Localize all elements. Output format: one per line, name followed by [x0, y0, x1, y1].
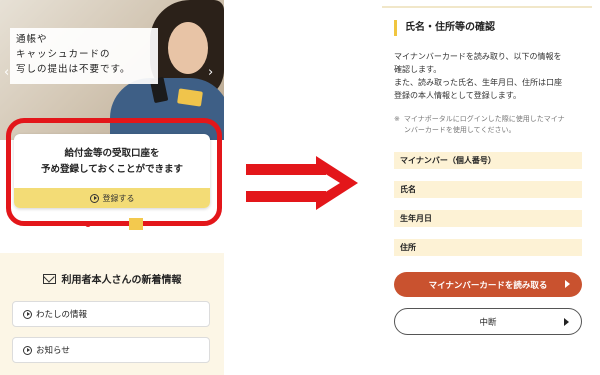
- note-line: マイナポータルにログインした際に使用したマイナ: [403, 115, 565, 123]
- description-line: 確認します。: [394, 65, 442, 74]
- hero-caption-line: 通帳や: [16, 34, 48, 45]
- carousel-indicator-active[interactable]: [85, 221, 91, 227]
- description-line: 登録の本人情報として登録します。: [394, 91, 521, 100]
- hero-caption-line: 写しの提出は不要です。: [16, 64, 131, 75]
- note-line: ンバーカードを使用してください。: [403, 126, 516, 134]
- mail-icon: [42, 273, 56, 284]
- hero-caption: 通帳や キャッシュカードの 写しの提出は不要です。: [10, 28, 158, 84]
- hero-photo-face: [168, 22, 208, 74]
- play-circle-icon: [23, 345, 32, 355]
- chevron-left-icon[interactable]: ‹: [4, 66, 9, 79]
- hero-caption-line: キャッシュカードの: [16, 49, 111, 60]
- read-card-button-label: マイナンバーカードを読み取る: [428, 280, 548, 291]
- note-mark: ※: [394, 115, 400, 123]
- chevron-right-icon: [565, 280, 570, 288]
- top-divider: [382, 6, 592, 8]
- field-birthdate: 生年月日: [394, 210, 582, 227]
- description-line: マイナンバーカードを読み取り、以下の情報を: [394, 52, 562, 61]
- register-button[interactable]: 登録する: [14, 188, 210, 208]
- field-name: 氏名: [394, 181, 582, 198]
- news-item-label: お知らせ: [36, 346, 70, 356]
- play-circle-icon: [23, 309, 32, 319]
- description: マイナンバーカードを読み取り、以下の情報を 確認します。 また、読み取った氏名、…: [394, 50, 584, 102]
- chevron-right-icon: [564, 318, 569, 326]
- news-title-text: 利用者本人さんの新着情報: [61, 275, 182, 286]
- register-button-label: 登録する: [102, 193, 135, 203]
- news-item-label: わたしの情報: [36, 310, 88, 320]
- news-panel: 利用者本人さんの新着情報 わたしの情報 お知らせ: [0, 253, 224, 375]
- card-prop: [177, 88, 203, 107]
- field-my-number: マイナンバー（個人番号）: [394, 152, 582, 169]
- cancel-button[interactable]: 中断: [394, 308, 582, 335]
- cta-title: 給付金等の受取口座を 予め登録しておくことができます: [14, 146, 210, 178]
- cta-title-line1: 給付金等の受取口座を: [64, 148, 160, 159]
- right-phone-screen: 氏名・住所等の確認 マイナンバーカードを読み取り、以下の情報を 確認します。 ま…: [382, 0, 592, 375]
- description-line: また、読み取った氏名、生年月日、住所は口座: [394, 78, 562, 87]
- note: ※ マイナポータルにログインした際に使用したマイナ ンバーカードを使用してくださ…: [394, 114, 584, 136]
- read-card-button[interactable]: マイナンバーカードを読み取る: [394, 272, 582, 297]
- left-phone-screen: 通帳や キャッシュカードの 写しの提出は不要です。 ‹ › 給付金等の受取口座を…: [0, 0, 224, 375]
- right-arrow-icon: [246, 156, 358, 210]
- chevron-right-icon[interactable]: ›: [208, 66, 213, 79]
- cancel-button-label: 中断: [479, 317, 497, 328]
- cta-card[interactable]: 給付金等の受取口座を 予め登録しておくことができます 登録する: [14, 134, 210, 208]
- carousel-indicator[interactable]: [129, 218, 143, 230]
- cta-title-line2: 予め登録しておくことができます: [41, 164, 183, 175]
- news-title: 利用者本人さんの新着情報: [0, 271, 224, 286]
- page-title: 氏名・住所等の確認: [394, 20, 495, 36]
- field-address: 住所: [394, 239, 582, 256]
- news-item-my-info[interactable]: わたしの情報: [12, 301, 210, 327]
- news-item-notices[interactable]: お知らせ: [12, 337, 210, 363]
- play-circle-icon: [89, 193, 99, 203]
